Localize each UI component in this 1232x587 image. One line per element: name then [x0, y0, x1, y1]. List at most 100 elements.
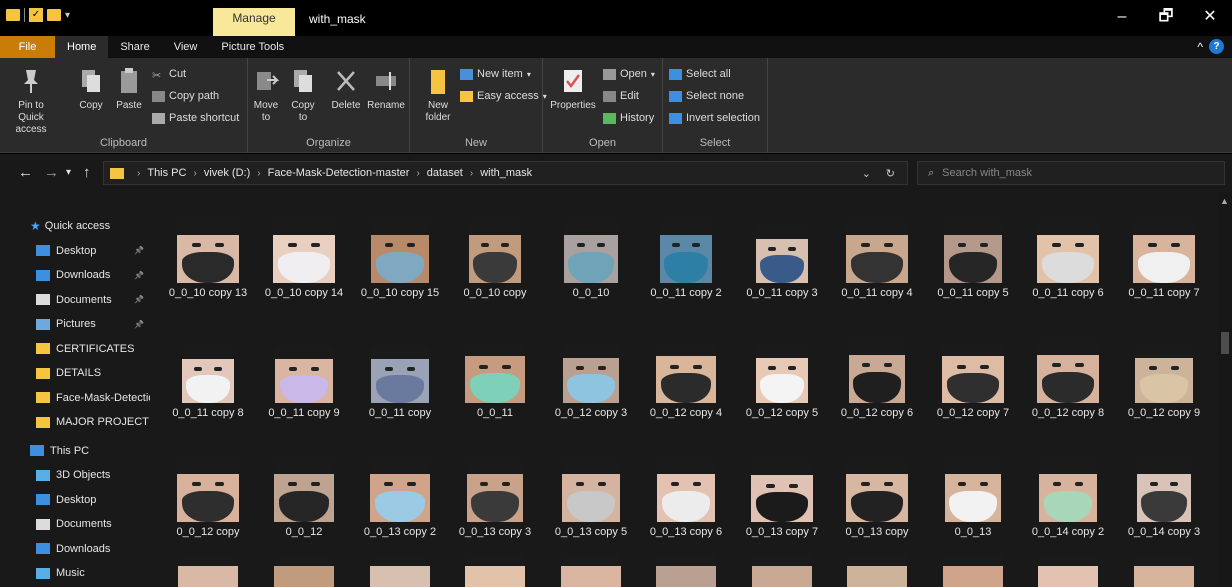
- file-item[interactable]: 0_0_10: [543, 197, 639, 299]
- file-item[interactable]: 0_0_13 copy 5: [543, 436, 639, 538]
- image-thumbnail[interactable]: [178, 554, 238, 587]
- address-bar[interactable]: › This PC › vivek (D:) › Face-Mask-Detec…: [103, 161, 908, 185]
- open-button[interactable]: Open ▾: [603, 68, 655, 80]
- help-icon[interactable]: ?: [1209, 39, 1224, 54]
- chevron-down-icon[interactable]: ⌄: [862, 167, 871, 180]
- file-item[interactable]: 0_0_12: [256, 436, 352, 538]
- customize-qat-icon[interactable]: ▾: [65, 10, 70, 21]
- file-item[interactable]: 0_0_12 copy: [160, 436, 256, 538]
- cut-button[interactable]: ✂ Cut: [152, 68, 186, 82]
- copy-to-button[interactable]: Copy to: [286, 62, 320, 124]
- maximize-button[interactable]: 🗗: [1144, 0, 1188, 36]
- pin-icon[interactable]: 📌: [134, 295, 144, 304]
- file-item[interactable]: 0_0_13 copy 7: [734, 436, 830, 538]
- file-item[interactable]: 0_0_11 copy 2: [638, 197, 734, 299]
- file-item[interactable]: 0_0_13: [925, 436, 1021, 538]
- select-none-button[interactable]: Select none: [669, 90, 744, 102]
- file-item[interactable]: 0_0_10 copy 14: [256, 197, 352, 299]
- file-item[interactable]: 0_0_13 copy: [829, 436, 925, 538]
- nav-item-1[interactable]: Downloads 📌: [0, 263, 150, 288]
- nav-item-7[interactable]: MAJOR PROJECT: [0, 410, 150, 435]
- image-thumbnail[interactable]: [465, 554, 525, 587]
- pin-icon[interactable]: 📌: [134, 320, 144, 329]
- image-thumbnail[interactable]: [847, 554, 907, 587]
- tab-home[interactable]: Home: [55, 36, 109, 58]
- file-item[interactable]: 0_0_11 copy 3: [734, 197, 830, 299]
- copy-button[interactable]: Copy: [74, 62, 108, 112]
- nav-item-0[interactable]: Desktop 📌: [0, 239, 150, 264]
- tab-picture-tools[interactable]: Picture Tools: [209, 36, 296, 58]
- file-item[interactable]: 0_0_13 copy 3: [447, 436, 543, 538]
- close-button[interactable]: ✕: [1188, 0, 1232, 36]
- file-item[interactable]: 0_0_11 copy 6: [1020, 197, 1116, 299]
- nav-this-pc[interactable]: This PC: [0, 439, 150, 464]
- collapse-ribbon-icon[interactable]: ^: [1197, 40, 1203, 54]
- move-to-button[interactable]: Move to: [250, 62, 282, 124]
- file-item[interactable]: 0_0_11: [447, 317, 543, 419]
- easy-access-button[interactable]: Easy access ▾: [460, 90, 547, 102]
- pin-icon[interactable]: 📌: [134, 271, 144, 280]
- file-item[interactable]: 0_0_12 copy 6: [829, 317, 925, 419]
- file-item[interactable]: 0_0_13 copy 6: [638, 436, 734, 538]
- history-button[interactable]: History: [603, 112, 654, 124]
- breadcrumb-with-mask[interactable]: with_mask: [480, 167, 532, 179]
- recent-locations-icon[interactable]: ▾: [66, 167, 71, 178]
- vertical-scrollbar[interactable]: ▲: [1218, 192, 1232, 587]
- breadcrumb-dataset[interactable]: dataset: [427, 167, 463, 179]
- file-item[interactable]: 0_0_12 copy 5: [734, 317, 830, 419]
- image-thumbnail[interactable]: [943, 554, 1003, 587]
- nav-pc-item-4[interactable]: Music: [0, 561, 150, 586]
- copy-path-button[interactable]: Copy path: [152, 90, 219, 102]
- file-item[interactable]: 0_0_12 copy 7: [925, 317, 1021, 419]
- new-item-button[interactable]: New item ▾: [460, 68, 531, 80]
- file-item[interactable]: 0_0_12 copy 3: [543, 317, 639, 419]
- nav-item-6[interactable]: Face-Mask-Detectio: [0, 386, 150, 411]
- file-item[interactable]: 0_0_11 copy 4: [829, 197, 925, 299]
- back-arrow-icon[interactable]: ←: [18, 164, 33, 181]
- new-folder-button[interactable]: New folder: [418, 62, 458, 124]
- file-item[interactable]: 0_0_11 copy: [352, 317, 448, 419]
- forward-arrow-icon[interactable]: →: [44, 164, 59, 181]
- pin-to-quick-access-button[interactable]: Pin to Quick access: [6, 62, 56, 136]
- properties-quick-icon[interactable]: ✓: [29, 8, 43, 22]
- nav-item-3[interactable]: Pictures 📌: [0, 312, 150, 337]
- pin-icon[interactable]: 📌: [134, 246, 144, 255]
- minimize-button[interactable]: –: [1100, 0, 1144, 36]
- file-item[interactable]: 0_0_10 copy 13: [160, 197, 256, 299]
- file-item[interactable]: 0_0_14 copy 2: [1020, 436, 1116, 538]
- file-item[interactable]: 0_0_14 copy 3: [1116, 436, 1212, 538]
- manage-contextual-tab[interactable]: Manage: [213, 8, 295, 36]
- select-all-button[interactable]: Select all: [669, 68, 731, 80]
- file-item[interactable]: 0_0_11 copy 8: [160, 317, 256, 419]
- search-box[interactable]: ⌕ Search with_mask: [917, 161, 1225, 185]
- breadcrumb-drive[interactable]: vivek (D:): [204, 167, 250, 179]
- image-thumbnail[interactable]: [1038, 554, 1098, 587]
- properties-button[interactable]: Properties: [547, 62, 599, 112]
- image-thumbnail[interactable]: [1134, 554, 1194, 587]
- file-item[interactable]: 0_0_11 copy 9: [256, 317, 352, 419]
- image-thumbnail[interactable]: [561, 554, 621, 587]
- image-thumbnail[interactable]: [274, 554, 334, 587]
- nav-pc-item-2[interactable]: Documents: [0, 512, 150, 537]
- breadcrumb-project[interactable]: Face-Mask-Detection-master: [268, 167, 410, 179]
- up-arrow-icon[interactable]: ↑: [83, 164, 91, 181]
- nav-pc-item-3[interactable]: Downloads: [0, 537, 150, 562]
- nav-pc-item-1[interactable]: Desktop: [0, 488, 150, 513]
- nav-quick-access[interactable]: ★ Quick access: [0, 214, 150, 239]
- image-thumbnail[interactable]: [752, 554, 812, 587]
- file-item[interactable]: 0_0_11 copy 7: [1116, 197, 1212, 299]
- breadcrumb-this-pc[interactable]: This PC: [147, 167, 186, 179]
- file-item[interactable]: 0_0_12 copy 4: [638, 317, 734, 419]
- file-item[interactable]: 0_0_10 copy 15: [352, 197, 448, 299]
- image-thumbnail[interactable]: [370, 554, 430, 587]
- delete-button[interactable]: Delete: [328, 62, 364, 112]
- image-thumbnail[interactable]: [656, 554, 716, 587]
- nav-item-4[interactable]: CERTIFICATES: [0, 337, 150, 362]
- scrollbar-thumb[interactable]: [1221, 332, 1229, 354]
- file-item[interactable]: 0_0_10 copy: [447, 197, 543, 299]
- file-item[interactable]: 0_0_12 copy 8: [1020, 317, 1116, 419]
- edit-button[interactable]: Edit: [603, 90, 639, 102]
- invert-selection-button[interactable]: Invert selection: [669, 112, 760, 124]
- nav-item-5[interactable]: DETAILS: [0, 361, 150, 386]
- refresh-icon[interactable]: ↻: [886, 167, 895, 180]
